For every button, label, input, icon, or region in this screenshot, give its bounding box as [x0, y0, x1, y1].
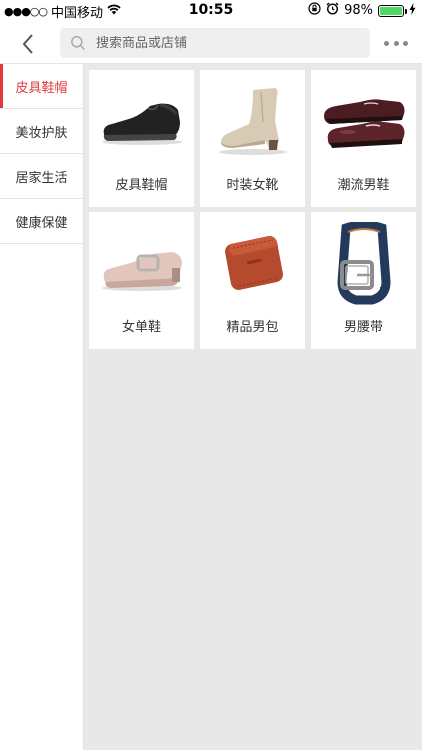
search-box[interactable] [60, 28, 370, 58]
back-button[interactable] [14, 30, 42, 58]
subcategory-panel: 皮具鞋帽 时装女靴 潮流男鞋 女单鞋 精品男包 男腰带 [84, 64, 422, 750]
rotation-lock-icon [308, 2, 321, 19]
nav-bar [0, 22, 422, 64]
subcategory-label: 男腰带 [343, 320, 383, 335]
charging-icon [409, 2, 416, 19]
sidebar-item-label: 美妆护肤 [15, 125, 68, 141]
battery-icon [378, 4, 407, 17]
chevron-left-icon [22, 34, 33, 54]
navy-belt-icon [319, 222, 409, 306]
subcategory-card-mens-belts[interactable]: 男腰带 [311, 212, 416, 349]
sidebar-item-beauty-skincare[interactable]: 美妆护肤 [0, 109, 83, 154]
search-input[interactable] [96, 35, 346, 51]
burgundy-oxford-shoe-icon [319, 80, 409, 164]
subcategory-card-trendy-mens-shoes[interactable]: 潮流男鞋 [311, 70, 416, 207]
status-bar: ●●●○○ 中国移动 10:55 98% [0, 0, 422, 22]
subcategory-card-fashion-womens-boots[interactable]: 时装女靴 [200, 70, 305, 207]
pink-loafer-icon [97, 222, 187, 306]
sidebar-item-label: 皮具鞋帽 [15, 80, 68, 96]
brown-wallet-icon [208, 222, 298, 306]
beige-ankle-boot-icon [208, 80, 298, 164]
search-icon [70, 35, 86, 51]
sidebar-item-leather-shoes-hats[interactable]: 皮具鞋帽 [0, 64, 83, 109]
subcategory-label: 潮流男鞋 [337, 178, 390, 193]
subcategory-label: 女单鞋 [121, 320, 161, 335]
subcategory-label: 皮具鞋帽 [115, 178, 168, 193]
battery-percent: 98% [344, 3, 373, 18]
subcategory-card-leather-shoes-hats[interactable]: 皮具鞋帽 [89, 70, 194, 207]
more-dot-icon [403, 40, 408, 46]
more-dot-icon [393, 40, 399, 46]
subcategory-grid: 皮具鞋帽 时装女靴 潮流男鞋 女单鞋 精品男包 男腰带 [89, 70, 417, 349]
subcategory-label: 时装女靴 [226, 178, 279, 193]
sidebar-item-home-living[interactable]: 居家生活 [0, 154, 83, 199]
more-options-button[interactable] [384, 34, 408, 52]
battery-fill [380, 6, 402, 15]
sidebar-item-health-care[interactable]: 健康保健 [0, 199, 83, 244]
sidebar-item-label: 居家生活 [15, 170, 68, 186]
sidebar-item-label: 健康保健 [15, 215, 68, 231]
more-dot-icon [384, 40, 389, 46]
subcategory-card-womens-flats[interactable]: 女单鞋 [89, 212, 194, 349]
subcategory-label: 精品男包 [226, 320, 279, 335]
alarm-icon [326, 2, 339, 19]
category-sidebar: 皮具鞋帽 美妆护肤 居家生活 健康保健 [0, 64, 84, 750]
subcategory-card-mens-bags[interactable]: 精品男包 [200, 212, 305, 349]
black-slip-on-shoe-icon [97, 80, 187, 164]
status-right: 98% [308, 2, 416, 19]
